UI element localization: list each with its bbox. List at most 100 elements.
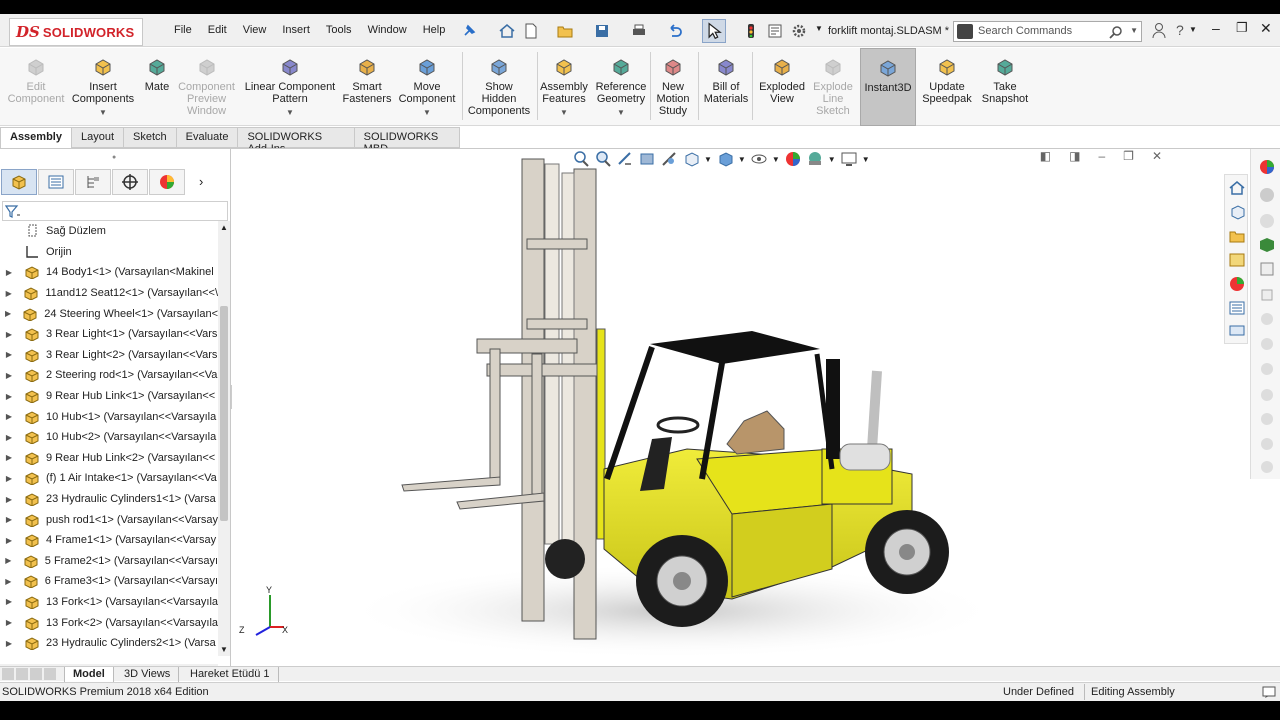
- close-icon[interactable]: ✕: [1260, 20, 1272, 37]
- tree-item[interactable]: Sağ Düzlem: [0, 221, 218, 242]
- explode-line-button[interactable]: Explode Line Sketch: [810, 48, 856, 126]
- prev-tab-icon[interactable]: [16, 668, 28, 680]
- 3dexperience-icon[interactable]: [1257, 385, 1277, 405]
- tree-item[interactable]: ▶ 24 Steering Wheel<1> (Varsayılan<: [0, 303, 218, 324]
- view-image-icon[interactable]: [1228, 251, 1246, 269]
- insert-components-button[interactable]: Insert Components ▼: [68, 48, 138, 126]
- tree-item[interactable]: ▶ 11and12 Seat12<1> (Varsayılan<<\: [0, 283, 218, 304]
- view-folder-icon[interactable]: [1228, 227, 1246, 245]
- expand-arrow-icon[interactable]: ▶: [3, 371, 15, 380]
- expand-arrow-icon[interactable]: ▶: [3, 495, 15, 504]
- feature-manager-tab[interactable]: [1, 169, 37, 195]
- dropdown-caret-icon[interactable]: ▼: [560, 107, 568, 119]
- edit-component-button[interactable]: Edit Component: [4, 48, 68, 126]
- scroll-up-icon[interactable]: ▲: [220, 223, 228, 232]
- search-icon[interactable]: [1109, 25, 1123, 39]
- tree-item[interactable]: ▶ 13 Fork<1> (Varsayılan<<Varsayıla: [0, 592, 218, 613]
- help-dropdown-icon[interactable]: ▼: [1189, 25, 1197, 34]
- view-home-icon[interactable]: [1228, 179, 1246, 197]
- menu-window[interactable]: Window: [360, 24, 415, 36]
- rebuild-notice-icon[interactable]: [1262, 685, 1276, 699]
- tab-sketch[interactable]: Sketch: [124, 127, 177, 148]
- expand-arrow-icon[interactable]: ▶: [3, 289, 14, 298]
- tab-motion-study[interactable]: Hareket Etüdü 1: [182, 667, 279, 682]
- appearances-icon[interactable]: [1257, 259, 1277, 279]
- undo-icon[interactable]: [666, 22, 684, 40]
- menu-edit[interactable]: Edit: [200, 24, 235, 36]
- pin-icon[interactable]: [460, 22, 478, 40]
- user-icon[interactable]: [1151, 22, 1167, 40]
- dropdown-caret-icon[interactable]: ▼: [617, 107, 625, 119]
- expand-arrow-icon[interactable]: ▶: [3, 515, 15, 524]
- menu-file[interactable]: File: [166, 24, 200, 36]
- traffic-light-icon[interactable]: [742, 22, 760, 40]
- solidworks-resources-icon[interactable]: [1257, 157, 1277, 177]
- view-list-icon[interactable]: [1228, 299, 1246, 317]
- tree-item[interactable]: ▶ 6 Frame3<1> (Varsayılan<<Varsayı: [0, 571, 218, 592]
- expand-arrow-icon[interactable]: ▶: [3, 474, 15, 483]
- tab-3d-views[interactable]: 3D Views: [116, 667, 180, 682]
- view-color-icon[interactable]: [1228, 275, 1246, 293]
- tree-item[interactable]: ▶ 9 Rear Hub Link<1> (Varsayılan<<: [0, 386, 218, 407]
- expand-arrow-icon[interactable]: ▶: [3, 412, 15, 421]
- expand-arrow-icon[interactable]: ▶: [3, 433, 15, 442]
- menu-view[interactable]: View: [235, 24, 275, 36]
- expand-arrow-icon[interactable]: ▶: [3, 453, 15, 462]
- expand-arrow-icon[interactable]: ▶: [3, 350, 15, 359]
- expand-arrow-icon[interactable]: ▶: [3, 536, 15, 545]
- tree-item[interactable]: ▶ 14 Body1<1> (Varsayılan<Makinel: [0, 262, 218, 283]
- tab-mbd[interactable]: SOLIDWORKS MBD: [354, 127, 460, 155]
- tree-vertical-scrollbar[interactable]: ▲ ▼: [218, 221, 230, 656]
- assembly-features-button[interactable]: Assembly Features ▼: [537, 48, 591, 126]
- instant3d-button[interactable]: Instant3D: [860, 48, 916, 126]
- plm-icon[interactable]: [1257, 334, 1277, 354]
- tree-item[interactable]: ▶ 10 Hub<1> (Varsayılan<<Varsayıla: [0, 406, 218, 427]
- show-hidden-button[interactable]: Show Hidden Components: [464, 48, 534, 126]
- speedpak-button[interactable]: Update Speedpak: [920, 48, 974, 126]
- tree-item[interactable]: ▶ 5 Frame2<1> (Varsayılan<<Varsayı: [0, 551, 218, 572]
- open-folder-icon[interactable]: [556, 22, 574, 40]
- weldments-icon[interactable]: [1257, 457, 1277, 477]
- design-library-icon[interactable]: [1257, 185, 1277, 205]
- options-gear-icon[interactable]: [790, 22, 808, 40]
- linear-pattern-button[interactable]: Linear Component Pattern ▼: [240, 48, 340, 126]
- expand-arrow-icon[interactable]: ▶: [3, 597, 15, 606]
- reference-geometry-button[interactable]: Reference Geometry ▼: [592, 48, 650, 126]
- move-component-button[interactable]: Move Component ▼: [395, 48, 459, 126]
- new-document-icon[interactable]: [522, 22, 540, 40]
- tree-item[interactable]: ▶ 4 Frame1<1> (Varsayılan<<Varsay: [0, 530, 218, 551]
- simulation-icon[interactable]: [1257, 409, 1277, 429]
- dimxpert-tab[interactable]: [112, 169, 148, 195]
- dropdown-caret-icon[interactable]: ▼: [423, 107, 431, 119]
- print-icon[interactable]: [630, 22, 648, 40]
- tree-filter-input[interactable]: [2, 201, 228, 221]
- first-tab-icon[interactable]: [2, 668, 14, 680]
- tree-item[interactable]: ▶ 3 Rear Light<2> (Varsayılan<<Vars: [0, 345, 218, 366]
- expand-arrow-icon[interactable]: ▶: [3, 309, 13, 318]
- property-manager-tab[interactable]: [38, 169, 74, 195]
- tab-evaluate[interactable]: Evaluate: [176, 127, 239, 148]
- file-explorer-icon[interactable]: [1257, 211, 1277, 231]
- display-manager-tab[interactable]: [149, 169, 185, 195]
- menu-help[interactable]: Help: [415, 24, 454, 36]
- tree-item[interactable]: ▶ 10 Hub<2> (Varsayılan<<Varsayıla: [0, 427, 218, 448]
- next-tab-icon[interactable]: [30, 668, 42, 680]
- graphics-area[interactable]: ▼ ▼ ▼ ▼ ▼ ◧ ◨ – ❐ ✕ Y Z X: [232, 149, 1248, 666]
- file-properties-icon[interactable]: [766, 22, 784, 40]
- tree-item[interactable]: ▶ (f) 1 Air Intake<1> (Varsayılan<<Va: [0, 468, 218, 489]
- tree-item[interactable]: ▶ push rod1<1> (Varsayılan<<Varsay: [0, 509, 218, 530]
- motion-study-button[interactable]: New Motion Study: [652, 48, 694, 126]
- home-icon[interactable]: [498, 22, 516, 40]
- solidworks-forum-icon[interactable]: [1257, 309, 1277, 329]
- tree-item[interactable]: Orijin: [0, 242, 218, 263]
- dropdown-caret-icon[interactable]: ▼: [286, 107, 294, 119]
- tab-layout[interactable]: Layout: [71, 127, 125, 148]
- tab-model[interactable]: Model: [64, 667, 114, 682]
- tree-item[interactable]: ▶ 3 Rear Light<1> (Varsayılan<<Vars: [0, 324, 218, 345]
- smart-fasteners-button[interactable]: Smart Fasteners: [343, 48, 391, 126]
- panel-tabs-next-icon[interactable]: ›: [199, 169, 203, 197]
- motion-manager-icon[interactable]: [1257, 434, 1277, 454]
- menu-tools[interactable]: Tools: [318, 24, 360, 36]
- view-palette-icon[interactable]: [1257, 235, 1277, 255]
- tree-item[interactable]: ▶ 23 Hydraulic Cylinders1<1> (Varsa: [0, 489, 218, 510]
